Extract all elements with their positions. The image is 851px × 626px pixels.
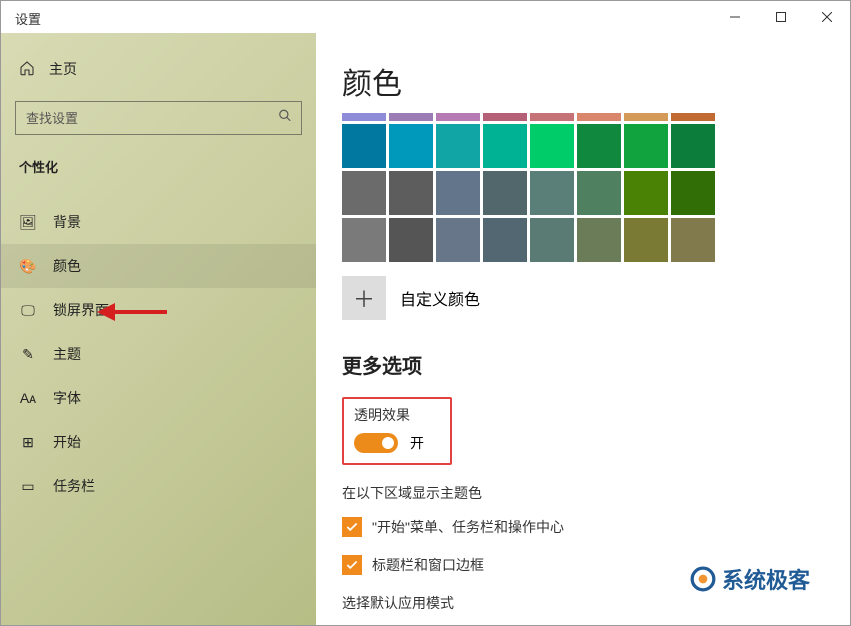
nav-list: 🖼背景🎨颜色🖵锁屏界面✎主题Aᴀ字体⊞开始▭任务栏: [1, 200, 316, 508]
sidebar-item-4[interactable]: Aᴀ 字体: [1, 376, 316, 420]
color-grid: [342, 124, 824, 262]
search-wrap: [15, 101, 302, 135]
color-swatch[interactable]: [624, 171, 668, 215]
accent-areas-label: 在以下区域显示主题色: [342, 483, 824, 503]
page-title: 颜色: [342, 59, 824, 103]
color-swatch[interactable]: [389, 218, 433, 262]
color-swatch[interactable]: [577, 218, 621, 262]
color-strip-swatch[interactable]: [624, 113, 668, 121]
watermark: 系统极客: [690, 563, 810, 595]
color-swatch[interactable]: [530, 218, 574, 262]
color-strip-swatch[interactable]: [436, 113, 480, 121]
close-button[interactable]: [804, 1, 850, 33]
color-swatch[interactable]: [483, 218, 527, 262]
sidebar-item-label: 开始: [53, 432, 81, 452]
lock-screen-icon: 🖵: [19, 302, 37, 319]
toggle-state-text: 开: [410, 433, 424, 453]
start-icon: ⊞: [19, 434, 37, 451]
sidebar-section-title: 个性化: [1, 153, 316, 200]
color-strip-swatch[interactable]: [530, 113, 574, 121]
color-swatch[interactable]: [342, 171, 386, 215]
color-row: [342, 218, 824, 262]
color-swatch[interactable]: [624, 218, 668, 262]
sidebar-item-label: 字体: [53, 388, 81, 408]
color-strip: [342, 113, 824, 121]
content-body: 主页 个性化 🖼背景🎨颜色🖵锁屏界面✎主题Aᴀ字体⊞开始▭任务栏 颜色: [1, 33, 850, 625]
taskbar-icon: ▭: [19, 478, 37, 495]
plus-icon: ＋: [353, 282, 375, 314]
toggle-thumb: [382, 437, 394, 449]
sidebar-item-0[interactable]: 🖼 背景: [1, 200, 316, 244]
color-swatch[interactable]: [671, 171, 715, 215]
sidebar-item-label: 任务栏: [53, 476, 95, 496]
sidebar: 主页 个性化 🖼背景🎨颜色🖵锁屏界面✎主题Aᴀ字体⊞开始▭任务栏: [1, 33, 316, 625]
color-swatch[interactable]: [389, 171, 433, 215]
color-strip-swatch[interactable]: [671, 113, 715, 121]
color-swatch[interactable]: [342, 218, 386, 262]
color-swatch[interactable]: [577, 171, 621, 215]
window-controls: [712, 1, 850, 33]
sidebar-item-1[interactable]: 🎨 颜色: [1, 244, 316, 288]
color-swatch[interactable]: [483, 124, 527, 168]
search-icon: [278, 109, 292, 128]
color-swatch[interactable]: [436, 124, 480, 168]
custom-color-button[interactable]: ＋: [342, 276, 386, 320]
checkbox-checked-icon: [342, 555, 362, 575]
accent-opt2-label: 标题栏和窗口边框: [372, 555, 484, 575]
minimize-button[interactable]: [712, 1, 758, 33]
home-label: 主页: [49, 59, 77, 79]
color-swatch[interactable]: [671, 218, 715, 262]
sidebar-item-label: 背景: [53, 212, 81, 232]
toggle-track: [354, 433, 398, 453]
home-link[interactable]: 主页: [1, 51, 316, 87]
color-strip-swatch[interactable]: [342, 113, 386, 121]
transparency-highlight: 透明效果 开: [342, 397, 452, 465]
window-title: 设置: [15, 9, 41, 28]
color-swatch[interactable]: [530, 124, 574, 168]
maximize-button[interactable]: [758, 1, 804, 33]
color-swatch[interactable]: [436, 171, 480, 215]
checkbox-checked-icon: [342, 517, 362, 537]
image-icon: 🖼: [19, 214, 37, 231]
default-mode-label: 选择默认应用模式: [342, 593, 824, 613]
main-panel: 颜色 ＋ 自定义颜色 更多选项 透明效果 开 在以下区域显示主题色: [316, 33, 850, 625]
settings-window: 设置 主页: [0, 0, 851, 626]
color-row: [342, 171, 824, 215]
custom-color-label: 自定义颜色: [400, 286, 480, 310]
transparency-toggle[interactable]: 开: [354, 433, 440, 453]
accent-check-start[interactable]: "开始"菜单、任务栏和操作中心: [342, 517, 824, 537]
search-input[interactable]: [15, 101, 302, 135]
color-swatch[interactable]: [530, 171, 574, 215]
sidebar-item-6[interactable]: ▭ 任务栏: [1, 464, 316, 508]
home-icon: [19, 60, 35, 79]
color-swatch[interactable]: [624, 124, 668, 168]
font-icon: Aᴀ: [19, 390, 37, 406]
sidebar-item-label: 主题: [53, 344, 81, 364]
color-swatch[interactable]: [671, 124, 715, 168]
sidebar-item-3[interactable]: ✎ 主题: [1, 332, 316, 376]
sidebar-item-label: 颜色: [53, 256, 81, 276]
color-strip-swatch[interactable]: [483, 113, 527, 121]
color-strip-swatch[interactable]: [389, 113, 433, 121]
color-swatch[interactable]: [577, 124, 621, 168]
color-swatch[interactable]: [342, 124, 386, 168]
arrow-annotation: [97, 299, 169, 330]
accent-opt1-label: "开始"菜单、任务栏和操作中心: [372, 517, 564, 537]
color-strip-swatch[interactable]: [577, 113, 621, 121]
transparency-label: 透明效果: [354, 405, 440, 425]
more-options-heading: 更多选项: [342, 350, 824, 379]
color-row: [342, 124, 824, 168]
color-swatch[interactable]: [389, 124, 433, 168]
palette-icon: 🎨: [19, 258, 37, 275]
custom-color-row: ＋ 自定义颜色: [342, 276, 824, 320]
titlebar: 设置: [1, 1, 850, 33]
watermark-text: 系统极客: [722, 563, 810, 595]
color-swatch[interactable]: [483, 171, 527, 215]
sidebar-item-5[interactable]: ⊞ 开始: [1, 420, 316, 464]
theme-icon: ✎: [19, 346, 37, 363]
color-swatch[interactable]: [436, 218, 480, 262]
